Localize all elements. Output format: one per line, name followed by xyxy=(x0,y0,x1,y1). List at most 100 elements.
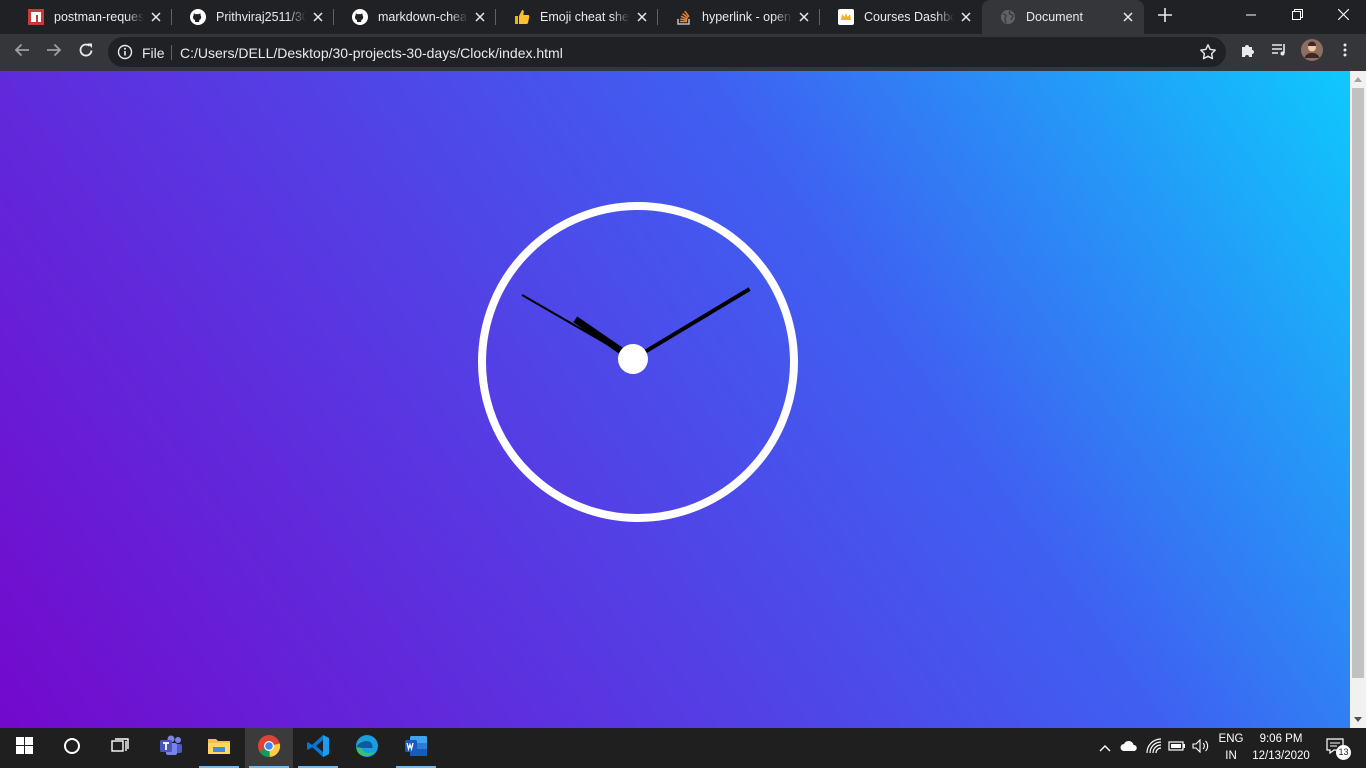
tab-title: Emoji cheat sheet xyxy=(540,10,630,24)
chevron-up-icon xyxy=(1099,739,1111,757)
word-app[interactable] xyxy=(392,728,440,768)
clock-center-pin xyxy=(618,344,648,374)
notification-count-badge: 13 xyxy=(1336,745,1351,760)
close-icon[interactable] xyxy=(634,9,650,25)
minimize-button[interactable] xyxy=(1228,0,1274,32)
tab-title: Courses Dashboard xyxy=(864,10,954,24)
clock-date-tray[interactable]: 9:06 PM 12/13/2020 xyxy=(1248,728,1314,768)
windows-taskbar: ENG IN 9:06 PM 12/13/2020 13 xyxy=(0,728,1366,768)
new-tab-button[interactable] xyxy=(1153,5,1177,29)
tab-strip: postman-request Prithviraj2511/30-projec… xyxy=(0,0,1366,34)
tab-title: Document xyxy=(1026,10,1083,24)
language-code: ENG xyxy=(1218,733,1244,745)
volume-tray-button[interactable] xyxy=(1189,728,1213,768)
github-icon xyxy=(352,9,368,25)
tab-document[interactable]: Document xyxy=(982,0,1144,34)
edge-app[interactable] xyxy=(343,728,391,768)
chrome-icon xyxy=(257,734,281,763)
word-icon xyxy=(404,735,428,762)
file-explorer-icon xyxy=(207,736,231,761)
scrollbar-thumb[interactable] xyxy=(1352,88,1364,678)
teams-app[interactable] xyxy=(147,728,195,768)
vscode-icon xyxy=(306,734,330,763)
address-bar[interactable]: File C:/Users/DELL/Desktop/30-projects-3… xyxy=(108,37,1226,67)
file-explorer-app[interactable] xyxy=(195,728,243,768)
analog-clock xyxy=(478,202,798,522)
restore-icon xyxy=(1291,7,1303,25)
close-icon[interactable] xyxy=(796,9,812,25)
speaker-icon xyxy=(1192,738,1210,758)
media-control-button[interactable] xyxy=(1264,37,1294,67)
tab-title: postman-request xyxy=(54,10,144,24)
omnibox-divider xyxy=(171,45,172,60)
reload-icon xyxy=(78,42,94,63)
close-icon[interactable] xyxy=(472,9,488,25)
show-hidden-icons-button[interactable] xyxy=(1094,728,1116,768)
battery-tray-button[interactable] xyxy=(1166,728,1188,768)
close-icon[interactable] xyxy=(958,9,974,25)
star-icon[interactable] xyxy=(1199,43,1217,61)
cortana-button[interactable] xyxy=(48,728,96,768)
close-icon[interactable] xyxy=(1120,9,1136,25)
puzzle-icon xyxy=(1240,42,1256,63)
info-icon[interactable] xyxy=(117,44,133,60)
cortana-icon xyxy=(63,737,81,760)
tab-postman-request[interactable]: postman-request xyxy=(10,0,172,34)
onedrive-tray-button[interactable] xyxy=(1118,728,1140,768)
edge-icon xyxy=(355,734,379,763)
chrome-menu-button[interactable] xyxy=(1330,37,1360,67)
close-icon[interactable] xyxy=(148,9,164,25)
tab-title: markdown-cheatsheet xyxy=(378,10,468,24)
close-icon[interactable] xyxy=(310,9,326,25)
playlist-icon xyxy=(1271,42,1287,63)
scroll-up-icon[interactable] xyxy=(1350,71,1366,87)
start-button[interactable] xyxy=(0,728,48,768)
notification-icon: 13 xyxy=(1326,738,1351,760)
minimize-icon xyxy=(1246,7,1256,25)
minute-hand xyxy=(631,287,751,361)
tray-time: 9:06 PM xyxy=(1259,733,1303,745)
restore-button[interactable] xyxy=(1274,0,1320,32)
tab-courses-dashboard[interactable]: Courses Dashboard xyxy=(820,0,982,34)
vertical-scrollbar[interactable] xyxy=(1350,71,1366,728)
tab-github-30-projects[interactable]: Prithviraj2511/30-projects-30-days xyxy=(172,0,334,34)
globe-icon xyxy=(1000,9,1016,25)
chrome-app[interactable] xyxy=(245,728,293,768)
network-tray-button[interactable] xyxy=(1143,728,1165,768)
page-viewport xyxy=(0,71,1350,728)
back-button[interactable] xyxy=(7,37,37,67)
region-code: IN xyxy=(1225,750,1237,762)
close-window-button[interactable] xyxy=(1320,0,1366,32)
tab-title: Prithviraj2511/30-projects-30-days xyxy=(216,10,306,24)
task-view-button[interactable] xyxy=(96,728,144,768)
url-text[interactable]: C:/Users/DELL/Desktop/30-projects-30-day… xyxy=(180,45,563,61)
input-language-indicator[interactable]: ENG IN xyxy=(1214,728,1248,768)
more-vert-icon xyxy=(1337,42,1353,63)
reload-button[interactable] xyxy=(71,37,101,67)
scroll-down-icon[interactable] xyxy=(1350,712,1366,728)
npm-icon xyxy=(28,9,44,25)
arrow-right-icon xyxy=(46,42,62,63)
browser-toolbar: File C:/Users/DELL/Desktop/30-projects-3… xyxy=(0,34,1366,71)
plus-icon xyxy=(1158,7,1172,27)
tab-title: hyperlink - open link xyxy=(702,10,792,24)
vscode-app[interactable] xyxy=(294,728,342,768)
start-icon xyxy=(15,737,33,759)
forward-button[interactable] xyxy=(39,37,69,67)
tab-emoji-cheat-sheet[interactable]: Emoji cheat sheet xyxy=(496,0,658,34)
action-center-button[interactable]: 13 xyxy=(1318,728,1358,768)
tray-date: 12/13/2020 xyxy=(1252,750,1310,762)
thumbs-up-icon xyxy=(514,9,530,25)
avatar xyxy=(1301,38,1323,66)
stackoverflow-icon xyxy=(676,9,692,25)
url-scheme-label: File xyxy=(142,45,165,61)
arrow-left-icon xyxy=(14,42,30,63)
tab-markdown-cheatsheet[interactable]: markdown-cheatsheet xyxy=(334,0,496,34)
crown-icon xyxy=(838,9,854,25)
second-hand xyxy=(521,294,634,360)
profile-button[interactable] xyxy=(1297,37,1327,67)
github-icon xyxy=(190,9,206,25)
extensions-button[interactable] xyxy=(1233,37,1263,67)
tab-hyperlink-open-link[interactable]: hyperlink - open link xyxy=(658,0,820,34)
teams-icon xyxy=(159,735,183,762)
